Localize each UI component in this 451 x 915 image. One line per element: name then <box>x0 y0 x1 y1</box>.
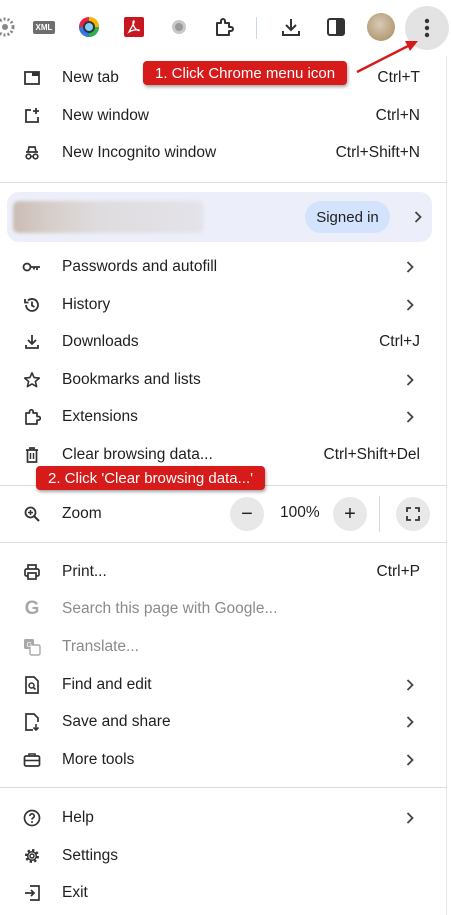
menu-divider <box>0 542 447 543</box>
menu-shortcut: Ctrl+T <box>377 69 420 86</box>
blurred-profile-name <box>13 201 204 233</box>
menu-label: New tab <box>62 69 119 86</box>
chevron-right-icon <box>404 678 416 692</box>
avatar[interactable] <box>367 13 395 41</box>
menu-item-new-incognito[interactable]: New Incognito window Ctrl+Shift+N <box>0 135 447 171</box>
menu-divider <box>0 182 447 183</box>
profile-card[interactable]: Signed in <box>7 192 432 242</box>
menu-label: Print... <box>62 563 107 580</box>
menu-item-exit[interactable]: Exit <box>0 875 447 911</box>
zoom-in-button[interactable]: + <box>333 497 367 531</box>
menu-label: Bookmarks and lists <box>62 371 201 388</box>
gear-icon <box>22 846 42 866</box>
trash-icon <box>22 445 42 465</box>
menu-label: More tools <box>62 751 135 768</box>
chevron-right-icon <box>404 298 416 312</box>
download-icon <box>22 332 42 352</box>
menu-shortcut: Ctrl+Shift+Del <box>323 446 420 463</box>
incognito-icon <box>22 143 42 163</box>
extension-gear-icon[interactable] <box>0 14 18 40</box>
circle-extension-icon[interactable] <box>166 14 192 40</box>
step-1-callout: 1. Click Chrome menu icon <box>143 61 348 85</box>
menu-item-downloads[interactable]: Downloads Ctrl+J <box>0 324 447 360</box>
svg-text:G: G <box>27 642 32 649</box>
translate-icon: G <box>22 637 42 657</box>
new-tab-icon <box>22 68 42 88</box>
menu-item-extensions[interactable]: Extensions <box>0 399 447 435</box>
menu-label: Search this page with Google... <box>62 600 278 617</box>
chrome-menu-button[interactable] <box>405 6 449 50</box>
key-icon <box>22 257 42 277</box>
menu-shortcut: Ctrl+J <box>379 333 420 350</box>
menu-item-history[interactable]: History <box>0 287 447 323</box>
menu-item-bookmarks[interactable]: Bookmarks and lists <box>0 362 447 398</box>
help-icon <box>22 808 42 828</box>
xml-extension-icon[interactable]: XML <box>30 14 58 40</box>
chevron-right-icon <box>404 811 416 825</box>
extension-puzzle-icon[interactable] <box>211 14 237 40</box>
browser-toolbar: XML <box>0 0 451 56</box>
zoom-level: 100% <box>280 504 320 521</box>
menu-item-find-and-edit[interactable]: Find and edit <box>0 667 447 703</box>
fullscreen-icon <box>406 507 420 521</box>
menu-item-more-tools[interactable]: More tools <box>0 742 447 778</box>
menu-label: Passwords and autofill <box>62 258 218 275</box>
menu-label: Help <box>62 809 94 826</box>
chevron-right-icon <box>404 373 416 387</box>
side-panel-icon[interactable] <box>323 14 349 40</box>
history-icon <box>22 295 42 315</box>
menu-divider <box>0 787 447 788</box>
step-2-callout: 2. Click 'Clear browsing data...' <box>36 466 265 490</box>
extension-puzzle-icon <box>22 407 42 427</box>
chevron-right-icon <box>404 410 416 424</box>
menu-label: Translate... <box>62 638 139 655</box>
kebab-menu-icon <box>424 18 430 38</box>
menu-label: Extensions <box>62 408 138 425</box>
chevron-right-icon <box>404 715 416 729</box>
menu-item-print[interactable]: Print... Ctrl+P <box>0 554 447 590</box>
menu-label: New Incognito window <box>62 144 217 161</box>
save-share-icon <box>22 712 42 732</box>
menu-label: History <box>62 296 111 313</box>
printer-icon <box>22 562 42 582</box>
menu-label: Settings <box>62 847 119 864</box>
star-icon <box>22 370 42 390</box>
color-picker-extension-icon[interactable] <box>76 14 102 40</box>
zoom-magnifier-icon <box>22 504 42 524</box>
menu-shortcut: Ctrl+N <box>375 107 420 124</box>
pdf-extension-icon[interactable] <box>121 14 147 40</box>
toolbox-icon <box>22 750 42 770</box>
xml-label: XML <box>32 20 56 34</box>
menu-label: Save and share <box>62 713 171 730</box>
zoom-out-button[interactable]: − <box>230 497 264 531</box>
menu-item-save-and-share[interactable]: Save and share <box>0 704 447 740</box>
menu-label: Downloads <box>62 333 139 350</box>
signed-in-badge: Signed in <box>305 201 390 233</box>
menu-item-help[interactable]: Help <box>0 800 447 836</box>
menu-shortcut: Ctrl+Shift+N <box>335 144 420 161</box>
menu-item-passwords[interactable]: Passwords and autofill <box>0 249 447 285</box>
exit-icon <box>22 883 42 903</box>
download-icon[interactable] <box>278 14 304 40</box>
menu-label: Exit <box>62 884 88 901</box>
toolbar-separator <box>256 17 257 39</box>
menu-item-translate: G Translate... <box>0 629 447 665</box>
chevron-right-icon <box>404 260 416 274</box>
menu-label: Clear browsing data... <box>62 446 213 463</box>
zoom-separator <box>379 496 380 532</box>
menu-label: Zoom <box>62 505 102 522</box>
chevron-right-icon <box>404 753 416 767</box>
menu-item-new-window[interactable]: New window Ctrl+N <box>0 98 447 134</box>
find-page-icon <box>22 675 42 695</box>
new-window-icon <box>22 106 42 126</box>
google-g-icon: G <box>24 598 40 619</box>
menu-label: Find and edit <box>62 676 152 693</box>
menu-label: New window <box>62 107 150 124</box>
menu-shortcut: Ctrl+P <box>376 563 421 580</box>
chevron-right-icon <box>412 210 424 224</box>
menu-item-search-with-google: G Search this page with Google... <box>0 591 447 627</box>
fullscreen-button[interactable] <box>396 497 430 531</box>
menu-item-settings[interactable]: Settings <box>0 838 447 874</box>
